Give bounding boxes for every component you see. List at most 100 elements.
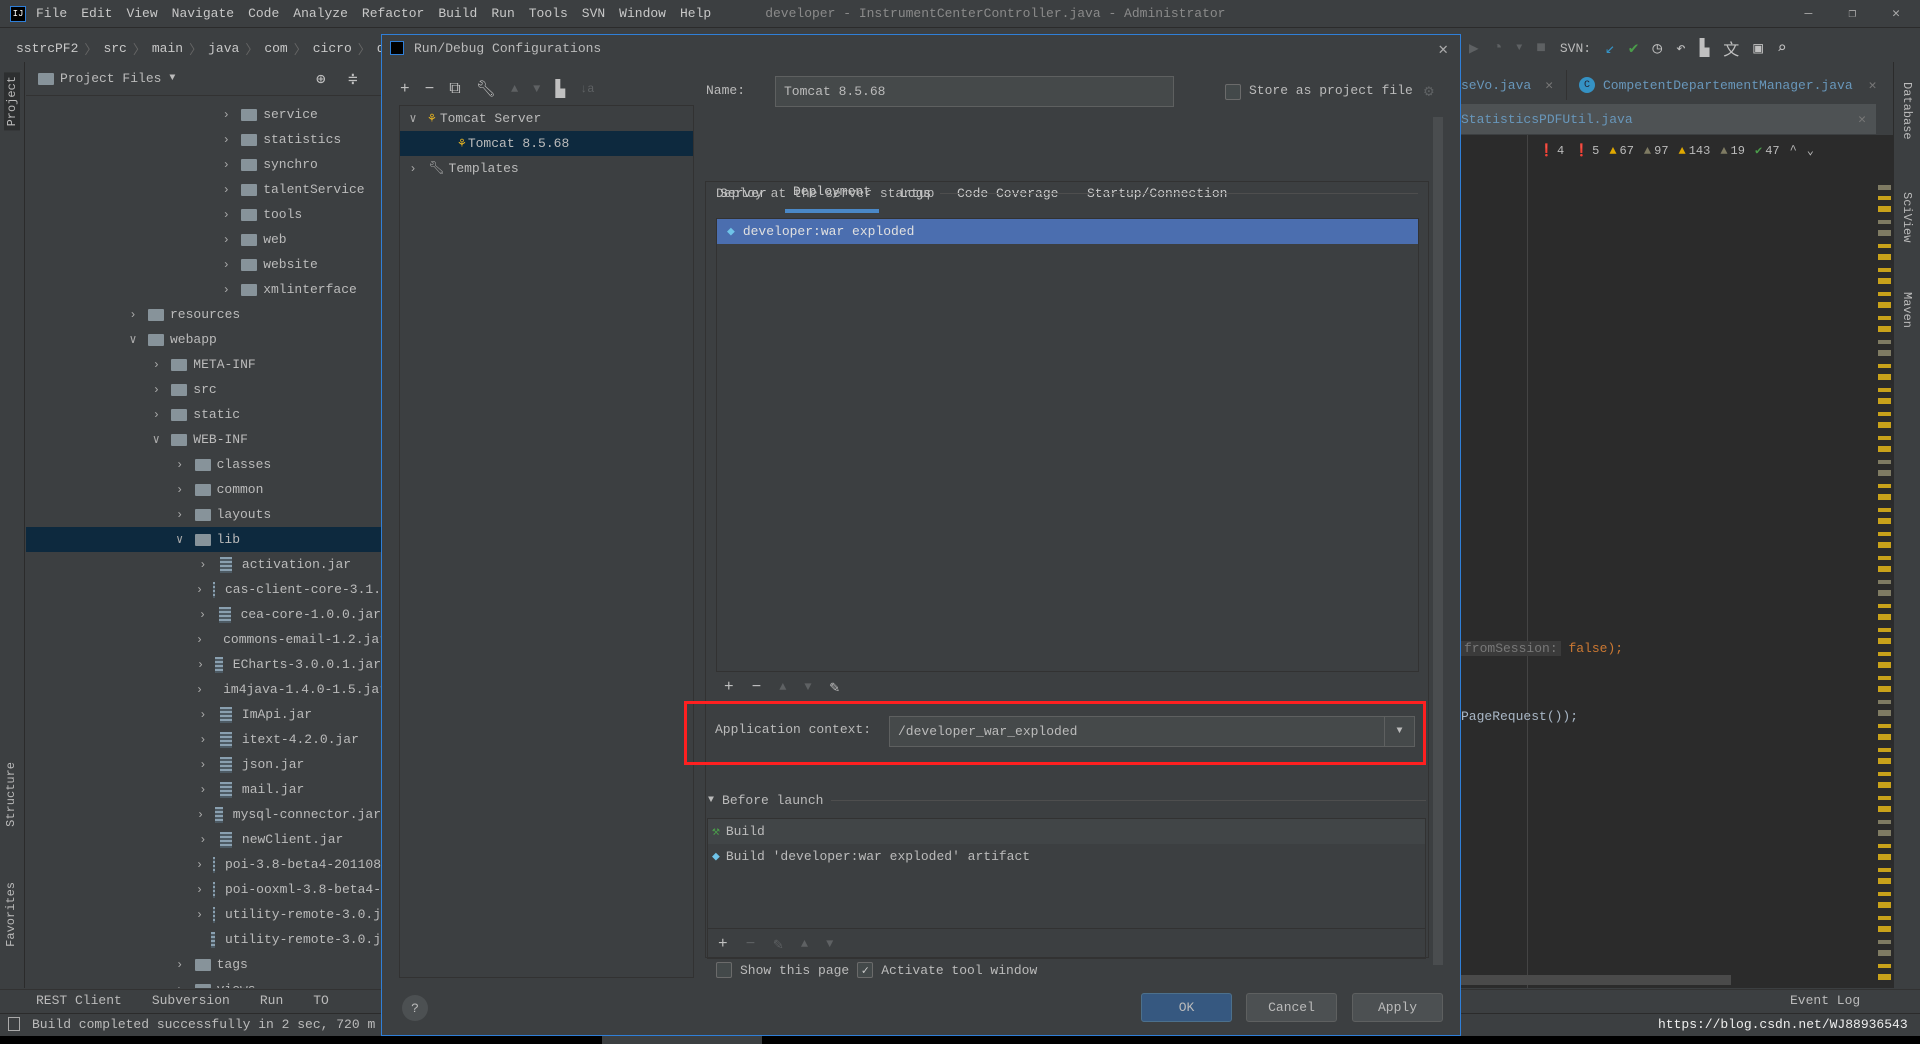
svn-commit-icon[interactable]: ✔ bbox=[1629, 38, 1639, 58]
stripe-mark[interactable] bbox=[1878, 374, 1891, 380]
tree-item[interactable]: › poi-ooxml-3.8-beta4- bbox=[26, 877, 381, 902]
chevron-right-icon[interactable]: › bbox=[219, 183, 233, 197]
editor-tab[interactable]: C CompetentDepartementManager.java ✕ bbox=[1579, 70, 1876, 100]
copy-icon[interactable]: ⧉ bbox=[449, 80, 460, 98]
stripe-mark[interactable] bbox=[1878, 662, 1891, 668]
tree-item[interactable]: › static bbox=[26, 402, 381, 427]
chevron-right-icon[interactable]: › bbox=[196, 583, 203, 597]
store-as-project-file-checkbox[interactable] bbox=[1225, 84, 1241, 100]
stripe-mark[interactable] bbox=[1878, 590, 1891, 596]
dialog-scrollbar[interactable] bbox=[1433, 117, 1443, 965]
stripe-mark[interactable] bbox=[1878, 532, 1891, 536]
chevron-right-icon[interactable]: › bbox=[219, 208, 233, 222]
stripe-mark[interactable] bbox=[1878, 676, 1891, 680]
rest-client-tool-button[interactable]: REST Client bbox=[36, 993, 122, 1008]
chevron-right-icon[interactable]: › bbox=[149, 408, 163, 422]
tree-item[interactable]: › newClient.jar bbox=[26, 827, 381, 852]
add-icon[interactable]: + bbox=[724, 678, 734, 696]
stripe-mark[interactable] bbox=[1878, 710, 1891, 716]
stripe-mark[interactable] bbox=[1878, 292, 1891, 296]
chevron-right-icon[interactable]: › bbox=[196, 658, 205, 672]
menu-file[interactable]: File bbox=[36, 6, 67, 21]
minimize-icon[interactable]: — bbox=[1805, 6, 1813, 21]
artifact-list[interactable]: ◆ developer:war exploded bbox=[716, 218, 1419, 672]
tree-item[interactable]: › talentService bbox=[26, 177, 381, 202]
close-icon[interactable]: ✕ bbox=[1438, 39, 1448, 59]
stripe-mark[interactable] bbox=[1878, 220, 1891, 224]
close-icon[interactable]: ✕ bbox=[1869, 78, 1877, 93]
stripe-mark[interactable] bbox=[1878, 230, 1891, 236]
breadcrumb-item[interactable]: cicro bbox=[313, 41, 352, 56]
close-icon[interactable]: ✕ bbox=[1858, 112, 1866, 127]
editor-tab[interactable]: seVo.java ✕ bbox=[1461, 70, 1567, 100]
chevron-right-icon[interactable]: › bbox=[219, 283, 233, 297]
stripe-mark[interactable] bbox=[1878, 206, 1891, 212]
profile-icon[interactable]: ◔ bbox=[1493, 39, 1503, 57]
project-view-selector[interactable]: Project Files bbox=[60, 71, 161, 86]
chevron-down-icon[interactable]: ∨ bbox=[149, 432, 163, 447]
stripe-mark[interactable] bbox=[1878, 566, 1891, 572]
stripe-mark[interactable] bbox=[1878, 878, 1891, 884]
tree-item-tomcat-config[interactable]: ⚘ Tomcat 8.5.68 bbox=[400, 131, 693, 156]
chevron-right-icon[interactable]: › bbox=[196, 858, 203, 872]
subversion-tool-button[interactable]: Subversion bbox=[152, 993, 230, 1008]
stripe-mark[interactable] bbox=[1878, 278, 1891, 284]
stripe-mark[interactable] bbox=[1878, 806, 1891, 812]
search-icon[interactable]: ⌕ bbox=[1777, 38, 1787, 58]
close-window-icon[interactable]: ✕ bbox=[1892, 6, 1900, 21]
gear-icon[interactable]: ⚙ bbox=[1424, 81, 1434, 101]
menu-build[interactable]: Build bbox=[438, 6, 477, 21]
tree-item[interactable]: › layouts bbox=[26, 502, 381, 527]
chevron-right-icon[interactable]: › bbox=[219, 108, 233, 122]
stripe-mark[interactable] bbox=[1878, 350, 1891, 356]
move-down-icon[interactable]: ▼ bbox=[826, 937, 833, 951]
collapse-all-icon[interactable]: ≑ bbox=[348, 69, 358, 89]
tree-item[interactable]: › json.jar bbox=[26, 752, 381, 777]
close-icon[interactable]: ✕ bbox=[1545, 78, 1553, 93]
tree-item[interactable]: › website bbox=[26, 252, 381, 277]
tree-item[interactable]: › common bbox=[26, 477, 381, 502]
chevron-right-icon[interactable]: › bbox=[219, 233, 233, 247]
menu-run[interactable]: Run bbox=[491, 6, 514, 21]
chevron-right-icon[interactable]: › bbox=[196, 808, 205, 822]
stripe-mark[interactable] bbox=[1878, 580, 1891, 584]
ok-button[interactable]: OK bbox=[1141, 993, 1232, 1022]
debug-icon[interactable]: ▶ bbox=[1469, 38, 1479, 58]
tree-item[interactable]: › web bbox=[26, 227, 381, 252]
stripe-mark[interactable] bbox=[1878, 412, 1891, 416]
name-input[interactable]: Tomcat 8.5.68 bbox=[775, 76, 1174, 107]
edit-icon[interactable]: ✎ bbox=[830, 677, 840, 697]
translate-icon[interactable]: 文 bbox=[1723, 36, 1739, 60]
stripe-mark[interactable] bbox=[1878, 628, 1891, 632]
artifact-item[interactable]: ◆ developer:war exploded bbox=[717, 219, 1418, 244]
chevron-right-icon[interactable]: › bbox=[149, 358, 163, 372]
inspection-widget[interactable]: ❗ 4 ❗ 5 ▲ 67 ▲ 97 ▲ 143 ▲ 19 ✔ 47 ^ ⌄ bbox=[1539, 143, 1814, 158]
tree-item[interactable]: › itext-4.2.0.jar bbox=[26, 727, 381, 752]
stripe-mark[interactable] bbox=[1878, 868, 1891, 872]
add-icon[interactable]: + bbox=[718, 935, 728, 953]
chevron-right-icon[interactable]: › bbox=[173, 983, 187, 989]
tree-item-tomcat-server[interactable]: ∨ ⚘ Tomcat Server bbox=[400, 106, 693, 131]
toggle-tool-windows-icon[interactable] bbox=[8, 1017, 20, 1031]
tree-item[interactable]: › ECharts-3.0.0.1.jar bbox=[26, 652, 381, 677]
maven-tool-button[interactable]: Maven bbox=[1900, 292, 1914, 328]
tree-item[interactable]: › cas-client-core-3.1. bbox=[26, 577, 381, 602]
move-up-icon[interactable]: ▲ bbox=[779, 680, 786, 694]
chevron-right-icon[interactable]: › bbox=[196, 558, 210, 572]
revert-icon[interactable]: ↶ bbox=[1676, 38, 1686, 58]
chevron-right-icon[interactable]: › bbox=[173, 458, 187, 472]
chevron-down-icon[interactable]: ∨ bbox=[126, 332, 140, 347]
tree-item[interactable]: › classes bbox=[26, 452, 381, 477]
inspection-warning[interactable]: ▲ 143 bbox=[1679, 143, 1711, 158]
new-folder-icon[interactable]: ▙ bbox=[555, 79, 565, 99]
stripe-mark[interactable] bbox=[1878, 254, 1891, 260]
stripe-mark[interactable] bbox=[1878, 830, 1891, 836]
tree-item[interactable]: ∨ WEB-INF bbox=[26, 427, 381, 452]
tree-item[interactable]: › src bbox=[26, 377, 381, 402]
tree-item-templates[interactable]: › 🔧︎ Templates bbox=[400, 156, 693, 181]
chevron-down-icon[interactable]: ∨ bbox=[173, 532, 187, 547]
stripe-mark[interactable] bbox=[1878, 652, 1891, 656]
apply-button[interactable]: Apply bbox=[1352, 993, 1443, 1022]
chevron-right-icon[interactable]: › bbox=[219, 258, 233, 272]
activate-tool-window-checkbox[interactable]: ✓ bbox=[857, 962, 874, 978]
